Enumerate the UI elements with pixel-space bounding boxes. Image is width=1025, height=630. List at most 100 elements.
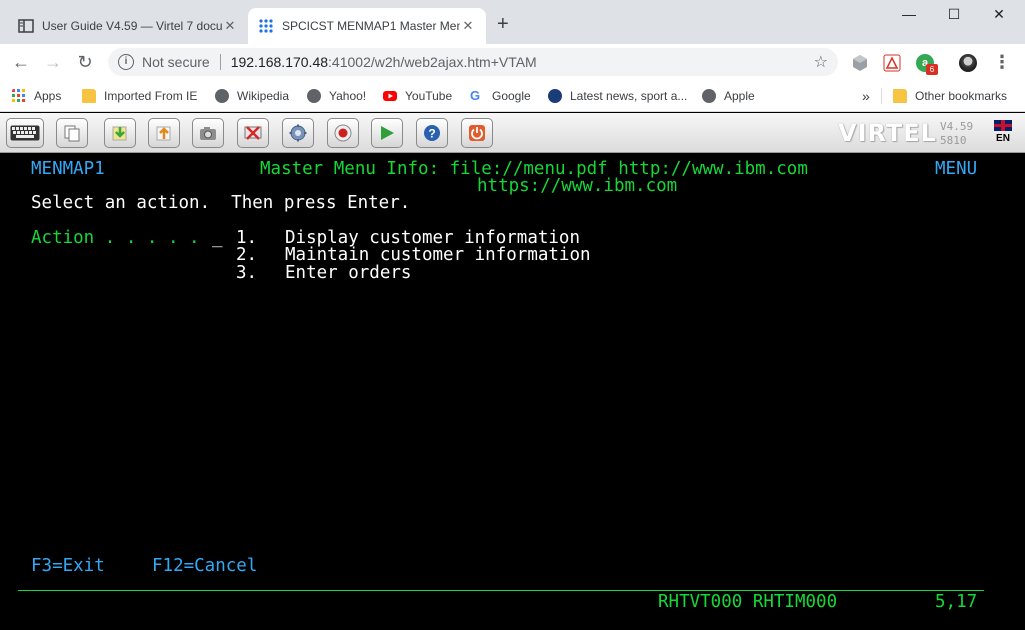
bookmark-label: YouTube [405,89,453,103]
bookmark-label: Wikipedia [237,89,290,103]
help-icon: ? [424,125,440,141]
play-button[interactable] [371,118,403,148]
menu-icon[interactable]: ⋮ [991,51,1013,73]
browser-tab-strip: User Guide V4.59 — Virtel 7 docu ✕ SPCIC… [0,0,1025,44]
instruction-text: Select an action. Then press Enter. [31,193,411,213]
pf-key-exit[interactable]: F3=Exit [31,557,105,575]
folder-icon [82,89,96,103]
cube-icon[interactable] [851,54,869,72]
folder-icon [893,89,907,103]
browser-toolbar: ← → ↻ i Not secure 192.168.170.48 :41002… [0,44,1025,80]
record-icon [334,124,352,142]
back-icon[interactable]: ← [10,51,32,73]
record-button[interactable] [327,118,359,148]
download-button[interactable] [104,118,136,148]
minimize-button[interactable]: — [886,6,932,22]
bookmark-apple[interactable]: Apple [702,87,755,105]
bookmark-label: Apps [34,89,62,103]
option-text: Maintain customer information [285,245,591,265]
reload-icon[interactable]: ↻ [74,51,96,73]
virtel-logo: VIRTEL [838,119,937,147]
grid-dots-icon [259,19,273,33]
screen-title-line2: https://www.ibm.com [477,176,678,196]
info-icon[interactable]: i [118,54,134,70]
close-icon[interactable]: ✕ [222,18,238,34]
maximize-button[interactable]: ☐ [931,6,977,23]
bookmarks-bar: Apps Imported From IE Wikipedia Yahoo! Y… [0,80,1025,112]
star-icon[interactable]: ☆ [814,52,828,72]
pf-key-cancel[interactable]: F12=Cancel [152,557,257,575]
bookmark-google[interactable]: G Google [470,87,531,105]
bookmark-imported-from-ie[interactable]: Imported From IE [82,87,197,105]
divider [219,54,221,70]
virtel-version: V4.59 5810 [940,120,973,148]
cursor-position: 5,17 [935,592,978,612]
bookmark-label: Imported From IE [104,89,198,103]
new-tab-button[interactable]: + [497,14,509,34]
forward-icon[interactable]: → [42,51,64,73]
map-name: MENMAP1 [31,159,105,179]
divider [881,88,882,104]
google-icon: G [470,88,481,103]
status-divider [18,590,984,591]
gear-icon [289,124,307,142]
globe-icon [702,89,716,103]
version-label: V4.59 [940,120,974,133]
virtel-toolbar: ? VIRTEL V4.59 5810 EN [0,113,1025,153]
address-bar[interactable]: i Not secure 192.168.170.48 :41002/w2h/w… [108,48,838,76]
bookmark-youtube[interactable]: YouTube [383,87,452,105]
globe-icon [307,89,321,103]
build-label: 5810 [940,134,967,147]
keyboard-icon [10,125,40,141]
pdf-icon[interactable] [883,54,901,72]
youtube-icon [383,91,397,101]
option-text: Enter orders [285,263,412,283]
copy-button[interactable] [56,118,88,148]
power-off-button[interactable] [461,118,493,148]
tab-title: SPCICST MENMAP1 Master Menu [282,19,460,33]
globe-icon [215,89,229,103]
bookmark-wikipedia[interactable]: Wikipedia [215,87,289,105]
bookmarks-overflow-button[interactable]: » [862,87,870,105]
bookmark-label: Other bookmarks [915,89,1008,103]
language-selector[interactable]: EN [992,120,1014,144]
uk-flag-icon [994,120,1012,131]
tab-master-menu[interactable]: SPCICST MENMAP1 Master Menu ✕ [248,8,486,44]
option-number: 2. [236,245,258,265]
power-icon [469,125,485,141]
news-icon [548,89,562,103]
action-input[interactable]: _ [212,229,223,247]
play-icon [381,126,394,140]
upload-button[interactable] [148,118,180,148]
other-bookmarks[interactable]: Other bookmarks [893,87,1007,105]
close-icon[interactable]: ✕ [460,18,476,34]
camera-icon [200,127,216,140]
terminal-screen[interactable]: MENMAP1 Master Menu Info: file://menu.pd… [0,154,1025,630]
bookmark-label: Yahoo! [329,89,367,103]
extension-badge: 6 [926,64,938,75]
action-label: Action . . . . . [31,228,200,248]
disconnect-button[interactable] [237,118,269,148]
keyboard-button[interactable] [6,118,44,148]
copy-icon [64,125,80,142]
screen-x-icon [244,126,262,140]
download-arrow-icon [112,126,127,141]
tab-user-guide[interactable]: User Guide V4.59 — Virtel 7 docu ✕ [8,8,248,44]
apps-grid-icon [12,89,25,102]
settings-button[interactable] [282,118,314,148]
url-path: :41002/w2h/web2ajax.htm+VTAM [328,54,537,70]
svg-text:?: ? [428,127,435,141]
screenshot-button[interactable] [192,118,224,148]
tab-title: User Guide V4.59 — Virtel 7 docu [42,19,222,33]
close-window-button[interactable]: ✕ [976,6,1022,23]
bookmark-apps[interactable]: Apps [12,87,61,105]
terminal-ids: RHTVT000 RHTIM000 [658,592,838,612]
profile-avatar[interactable] [959,54,977,72]
bookmark-latest-news[interactable]: Latest news, sport a... [548,87,687,105]
help-button[interactable]: ? [416,118,448,148]
bookmark-yahoo[interactable]: Yahoo! [307,87,366,105]
url-host: 192.168.170.48 [230,54,329,70]
menu-label: MENU [935,159,978,179]
bookmark-label: Latest news, sport a... [570,89,688,103]
bookmark-label: Apple [724,89,755,103]
